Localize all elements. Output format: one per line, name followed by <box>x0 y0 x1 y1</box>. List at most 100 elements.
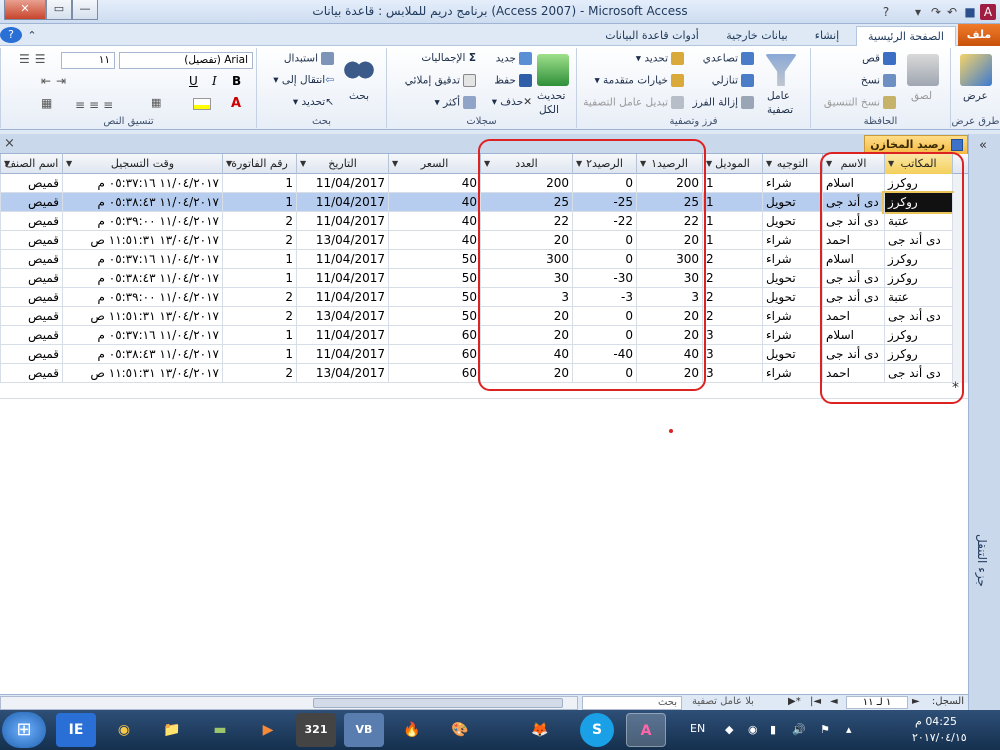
refresh-all-button[interactable]: الكل <box>539 104 559 116</box>
column-header[interactable]: ▼ السعر <box>388 154 480 174</box>
filter-button[interactable]: عامل <box>767 90 790 102</box>
cell-invoice[interactable]: 1 <box>222 269 296 288</box>
save-icon[interactable]: ■ <box>962 4 978 20</box>
cell-invoice[interactable]: 1 <box>222 193 296 212</box>
cell-item[interactable]: قميص <box>0 345 62 364</box>
sort-dropdown-icon[interactable]: ▼ <box>766 154 772 174</box>
cell-timestamp[interactable]: ١١/٠٤/٢٠١٧ ٠٥:٣٨:٤٣ م <box>62 345 222 364</box>
cell-item[interactable]: قميص <box>0 231 62 250</box>
cell-invoice[interactable]: 2 <box>222 307 296 326</box>
vb-app-icon[interactable]: VB <box>344 713 384 747</box>
collapse-ribbon-icon[interactable]: ⌃ <box>24 26 40 46</box>
sort-dropdown-icon[interactable]: ▼ <box>300 154 306 174</box>
cell-date[interactable]: 11/04/2017 <box>296 326 388 345</box>
file-explorer-icon[interactable]: 📁 <box>152 713 192 747</box>
next-record-button[interactable]: ◄ <box>830 696 838 707</box>
undo-icon[interactable]: ↶ <box>944 4 960 20</box>
minimize-window-button[interactable]: — <box>72 0 98 20</box>
cell-timestamp[interactable]: ١١/٠٤/٢٠١٧ ٠٥:٣٨:٤٣ م <box>62 269 222 288</box>
font-color-icon[interactable]: A <box>231 96 241 111</box>
cell-timestamp[interactable]: ١٣/٠٤/٢٠١٧ ١١:٥١:٣١ ص <box>62 231 222 250</box>
new-record-button[interactable]: جديد <box>496 52 532 65</box>
cell-direction[interactable]: تحويل <box>762 269 822 288</box>
column-header[interactable]: ▼ التاريخ <box>296 154 388 174</box>
column-header[interactable]: ▼ اسم الصنف <box>0 154 62 174</box>
cell-date[interactable]: 11/04/2017 <box>296 345 388 364</box>
cell-item[interactable]: قميص <box>0 174 62 193</box>
cell-price[interactable]: 60 <box>388 345 480 364</box>
font-size-select[interactable]: ١١ <box>61 52 115 69</box>
replace-button[interactable]: استبدال <box>284 52 334 65</box>
copy-button[interactable]: نسخ <box>861 74 896 87</box>
access-taskbar-icon[interactable]: A <box>626 713 666 747</box>
cell-direction[interactable]: شراء <box>762 174 822 193</box>
cell-price[interactable]: 50 <box>388 269 480 288</box>
view-icon[interactable] <box>960 54 992 86</box>
tab-home[interactable]: الصفحة الرئيسية <box>856 26 956 46</box>
cell-price[interactable]: 60 <box>388 326 480 345</box>
cell-direction[interactable]: تحويل <box>762 345 822 364</box>
gridlines-icon[interactable]: ▦ <box>151 96 161 109</box>
cell-model[interactable]: 2 <box>702 288 762 307</box>
new-record-nav-icon[interactable]: ▶* <box>788 696 801 707</box>
filter-icon[interactable] <box>765 54 797 86</box>
paint-app-icon[interactable]: 🎨 <box>440 713 480 747</box>
cut-button[interactable]: قص <box>862 52 896 65</box>
cell-timestamp[interactable]: ١١/٠٤/٢٠١٧ ٠٥:٣٧:١٦ م <box>62 326 222 345</box>
notes-app-icon[interactable]: ▬ <box>200 713 240 747</box>
cell-item[interactable]: قميص <box>0 269 62 288</box>
cell-price[interactable]: 50 <box>388 250 480 269</box>
cell-direction[interactable]: تحويل <box>762 212 822 231</box>
tray-icon[interactable]: ◆ <box>725 723 733 736</box>
navigation-pane[interactable]: « جزء التنقل <box>968 134 1000 710</box>
paste-button[interactable]: لصق <box>911 90 932 102</box>
toggle-filter-button[interactable]: تبديل عامل التصفية <box>583 96 684 109</box>
cell-invoice[interactable]: 2 <box>222 231 296 250</box>
cell-model[interactable]: 2 <box>702 250 762 269</box>
delete-record-button[interactable]: ✕حذف ▾ <box>492 96 532 108</box>
refresh-icon[interactable] <box>537 54 569 86</box>
tray-icon[interactable]: ▴ <box>846 723 852 736</box>
cell-price[interactable]: 50 <box>388 288 480 307</box>
cell-timestamp[interactable]: ١٣/٠٤/٢٠١٧ ١١:٥١:٣١ ص <box>62 307 222 326</box>
cell-timestamp[interactable]: ١١/٠٤/٢٠١٧ ٠٥:٣٩:٠٠ م <box>62 212 222 231</box>
tray-icon[interactable]: ◉ <box>748 723 758 736</box>
flag-icon[interactable]: ⚑ <box>820 723 830 736</box>
cell-direction[interactable]: شراء <box>762 231 822 250</box>
advanced-filter-button[interactable]: خيارات متقدمة ▾ <box>594 74 684 87</box>
cell-invoice[interactable]: 1 <box>222 174 296 193</box>
clock-date[interactable]: ٢٠١٧/٠٤/١٥ <box>912 731 967 744</box>
format-painter-button[interactable]: نسخ التنسيق <box>824 96 896 109</box>
cell-direction[interactable]: شراء <box>762 326 822 345</box>
previous-record-button[interactable]: ► <box>912 696 920 707</box>
datasheet-gridlines-icon[interactable]: ▦ <box>41 96 52 110</box>
selection-button[interactable]: تحديد ▾ <box>636 52 684 65</box>
last-record-button[interactable]: |◄ <box>810 696 821 707</box>
find-button[interactable]: بحث <box>349 90 369 102</box>
321-player-icon[interactable]: 321 <box>296 713 336 747</box>
network-icon[interactable]: ▮ <box>770 723 776 736</box>
firefox-icon[interactable]: 🦊 <box>520 713 560 747</box>
volume-icon[interactable]: 🔊 <box>792 723 806 736</box>
cell-timestamp[interactable]: ١١/٠٤/٢٠١٧ ٠٥:٣٧:١٦ م <box>62 250 222 269</box>
bold-button[interactable]: B <box>232 74 241 88</box>
column-header[interactable]: ▼ وقت التسجيل <box>62 154 222 174</box>
cell-date[interactable]: 11/04/2017 <box>296 193 388 212</box>
italic-button[interactable]: I <box>212 74 217 88</box>
font-name-select[interactable]: Arial (تفصيل) <box>119 52 253 69</box>
skype-icon[interactable]: S <box>580 713 614 747</box>
underline-button[interactable]: U <box>189 74 198 88</box>
cell-item[interactable]: قميص <box>0 212 62 231</box>
save-record-button[interactable]: حفظ <box>494 74 532 87</box>
cell-model[interactable]: 1 <box>702 212 762 231</box>
qat-dropdown-icon[interactable]: ▾ <box>910 4 926 20</box>
cell-model[interactable]: 3 <box>702 326 762 345</box>
cell-date[interactable]: 13/04/2017 <box>296 307 388 326</box>
binoculars-icon[interactable] <box>343 54 375 86</box>
more-button[interactable]: أكثر ▾ <box>435 96 476 109</box>
help-icon[interactable]: ? <box>878 4 894 20</box>
sort-descending-button[interactable]: تنازلي <box>712 74 754 87</box>
filter-button-line2[interactable]: تصفية <box>767 104 793 116</box>
column-header[interactable]: ▼ رقم الفاتورة <box>222 154 296 174</box>
sort-dropdown-icon[interactable]: ▼ <box>66 154 72 174</box>
